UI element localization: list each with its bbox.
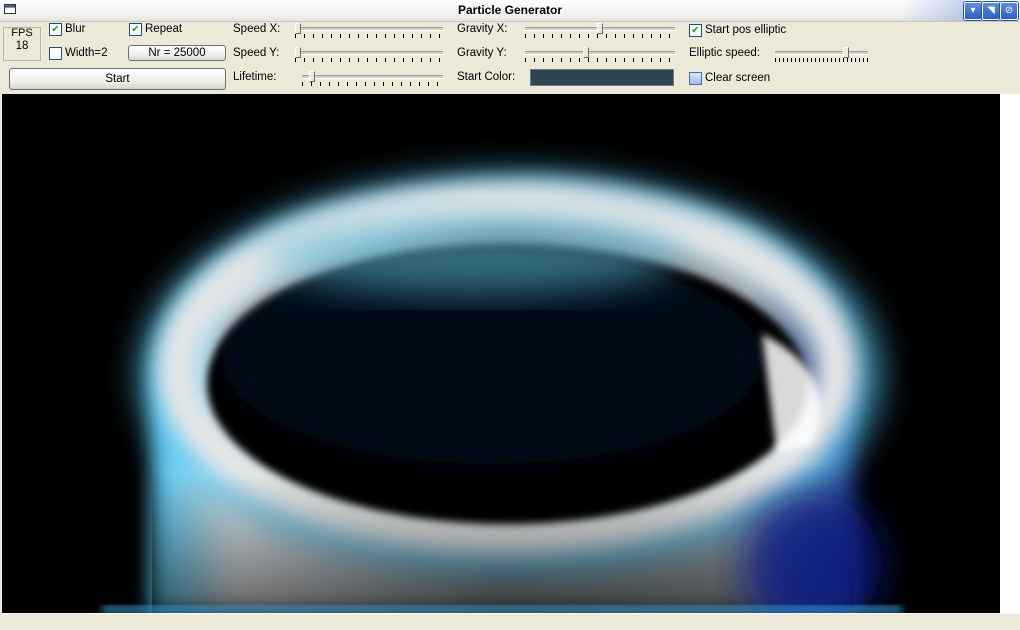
slider-thumb[interactable] — [583, 47, 589, 58]
gravity-y-slider[interactable] — [525, 46, 675, 66]
particle-canvas[interactable] — [2, 94, 1000, 613]
close-icon: ⊘ — [1004, 5, 1014, 16]
slider-thumb[interactable] — [597, 23, 603, 34]
close-button[interactable]: ⊘ — [1000, 2, 1018, 20]
fps-value: 18 — [15, 40, 29, 52]
width2-checkbox[interactable] — [49, 47, 62, 60]
canvas-edge — [1000, 94, 1020, 613]
gravity-x-label: Gravity X: — [457, 23, 508, 35]
start-pos-elliptic-checkbox[interactable]: ✔ — [689, 24, 702, 37]
speed-x-slider[interactable] — [295, 22, 443, 42]
particle-render — [102, 177, 902, 613]
repeat-label: Repeat — [145, 23, 183, 35]
minimize-button[interactable]: ▾ — [964, 2, 982, 20]
status-area — [0, 613, 1020, 630]
speed-y-slider[interactable] — [295, 46, 443, 66]
gravity-x-slider[interactable] — [525, 22, 675, 42]
elliptic-speed-label: Elliptic speed: — [689, 47, 760, 59]
window-title: Particle Generator — [457, 3, 563, 17]
minimize-icon: ▾ — [970, 5, 976, 16]
fps-display: FPS 18 — [3, 27, 41, 61]
speed-x-label: Speed X: — [233, 23, 281, 35]
start-color-swatch[interactable] — [530, 69, 674, 86]
gravity-y-label: Gravity Y: — [457, 47, 507, 59]
blur-checkbox[interactable]: ✔ — [49, 23, 62, 36]
title-bar: Particle Generator ▾ ◥ ⊘ — [0, 0, 1020, 22]
slider-thumb[interactable] — [295, 47, 301, 58]
slider-thumb[interactable] — [843, 47, 849, 58]
clear-screen-label: Clear screen — [705, 72, 771, 84]
maximize-icon: ◥ — [987, 5, 995, 16]
elliptic-speed-slider[interactable] — [775, 46, 868, 66]
speed-y-label: Speed Y: — [233, 47, 280, 59]
start-button[interactable]: Start — [9, 68, 226, 90]
fps-label: FPS — [11, 27, 33, 39]
start-color-label: Start Color: — [457, 71, 516, 83]
width2-label: Width=2 — [65, 47, 108, 59]
maximize-button[interactable]: ◥ — [982, 2, 1000, 20]
slider-thumb[interactable] — [309, 71, 315, 82]
checkmark-icon: ✔ — [691, 25, 700, 36]
checkmark-icon: ✔ — [131, 24, 140, 35]
particle-count-button[interactable]: Nr = 25000 — [128, 45, 226, 61]
slider-thumb[interactable] — [295, 23, 301, 34]
lifetime-label: Lifetime: — [233, 71, 277, 83]
repeat-checkbox[interactable]: ✔ — [129, 23, 142, 36]
start-pos-elliptic-label: Start pos elliptic — [705, 24, 787, 36]
lifetime-slider[interactable] — [302, 70, 443, 90]
blur-label: Blur — [65, 23, 86, 35]
clear-screen-checkbox[interactable] — [689, 72, 702, 85]
checkmark-icon: ✔ — [51, 24, 60, 35]
